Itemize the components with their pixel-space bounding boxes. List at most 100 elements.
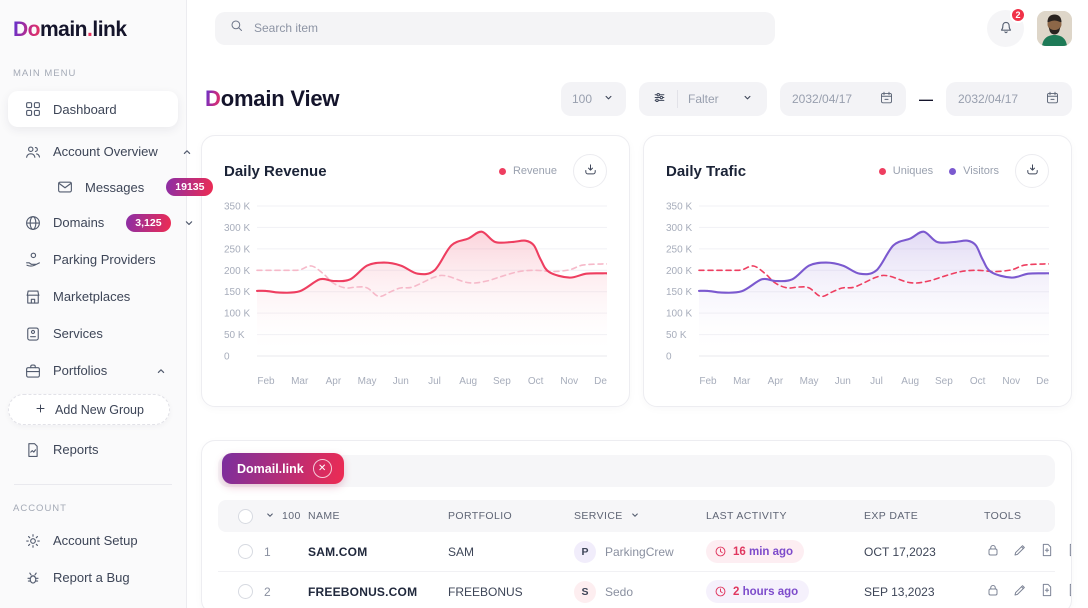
remove-tag-icon[interactable]: ✕	[313, 459, 332, 478]
date-to-picker[interactable]: 2032/04/17	[946, 82, 1072, 116]
row-checkbox[interactable]	[238, 544, 253, 559]
domain-name[interactable]: SAM.COM	[308, 545, 448, 559]
svg-text:150 K: 150 K	[666, 287, 692, 298]
sidebar-item-label: Domains	[53, 215, 104, 230]
clock-icon	[714, 585, 727, 598]
add-new-group-label: Add New Group	[55, 403, 144, 417]
last-activity-pill: 2 hours ago	[706, 580, 809, 603]
filter-dropdown[interactable]: Falter	[639, 82, 767, 116]
file-export-button[interactable]	[1065, 583, 1072, 601]
svg-text:350 K: 350 K	[224, 202, 250, 213]
row-number: 1	[264, 545, 308, 559]
lock-icon	[985, 542, 1001, 561]
lock-icon	[985, 582, 1001, 601]
row-count-dropdown[interactable]: 100	[264, 509, 308, 524]
svg-text:May: May	[800, 376, 819, 387]
svg-text:Feb: Feb	[699, 376, 717, 387]
filter-tag[interactable]: Domail.link ✕	[222, 453, 344, 484]
download-icon	[583, 162, 598, 180]
filter-label: Falter	[688, 92, 731, 106]
legend-label: Revenue	[513, 165, 557, 177]
row-checkbox[interactable]	[238, 584, 253, 599]
date-range-dash: —	[919, 91, 933, 107]
file-export-button[interactable]	[1065, 543, 1072, 561]
store-icon	[24, 288, 42, 306]
svg-text:300 K: 300 K	[666, 223, 692, 234]
lock-button[interactable]	[984, 543, 1002, 561]
svg-text:Nov: Nov	[560, 376, 578, 387]
sidebar-item-label: Report a Bug	[53, 570, 130, 585]
sidebar-item-account-setup[interactable]: Account Setup	[8, 522, 178, 559]
sidebar-item-label: Portfolios	[53, 363, 107, 378]
download-button[interactable]	[573, 154, 607, 188]
chevron-up-icon[interactable]	[154, 364, 168, 378]
date-from-picker[interactable]: 2032/04/17	[780, 82, 906, 116]
svg-text:Mar: Mar	[291, 376, 309, 387]
sidebar-item-report-a-bug[interactable]: Report a Bug	[8, 559, 178, 596]
svg-text:Sep: Sep	[493, 376, 511, 387]
download-button[interactable]	[1015, 154, 1049, 188]
badge-icon	[24, 325, 42, 343]
svg-text:Aug: Aug	[901, 376, 919, 387]
search-input[interactable]	[254, 21, 761, 35]
search-box[interactable]	[215, 12, 775, 45]
lock-button[interactable]	[984, 583, 1002, 601]
tools-cell	[984, 543, 1072, 561]
notifications-button[interactable]: 2	[987, 10, 1024, 47]
sidebar-item-label: Marketplaces	[53, 289, 130, 304]
daily-trafic-card: Daily Trafic UniquesVisitors 350 K300 K2…	[643, 135, 1072, 407]
users-icon	[24, 143, 42, 161]
sidebar-item-dashboard[interactable]: Dashboard	[8, 91, 178, 127]
chart-legend: UniquesVisitors	[879, 165, 999, 177]
activity-value: 16	[733, 546, 746, 558]
chevron-up-icon[interactable]	[180, 145, 194, 159]
sidebar-item-services[interactable]: Services	[8, 315, 178, 352]
user-avatar[interactable]	[1037, 11, 1072, 46]
page-title-prefix: D	[205, 86, 221, 111]
column-header-service[interactable]: SERVICE	[574, 509, 706, 524]
mail-icon	[56, 178, 74, 196]
column-header-tools: TOOLS	[984, 510, 1055, 522]
page-size-value: 100	[572, 92, 592, 106]
sidebar-item-marketplaces[interactable]: Marketplaces	[8, 278, 178, 315]
column-header-exp-date: EXP DATE	[864, 510, 984, 522]
report-icon	[24, 441, 42, 459]
sidebar-item-messages[interactable]: Messages19135	[8, 170, 178, 204]
add-new-group-button[interactable]: Add New Group	[8, 394, 170, 425]
svg-text:250 K: 250 K	[224, 244, 250, 255]
chevron-down-icon[interactable]	[182, 216, 196, 230]
column-header-last-activity: LAST ACTIVITY	[706, 510, 864, 522]
chart-header: Daily Revenue Revenue	[224, 154, 607, 188]
search-icon	[229, 18, 244, 38]
bug-icon	[24, 569, 42, 587]
exp-date: SEP 13,2023	[864, 585, 984, 599]
page-size-dropdown[interactable]: 100	[561, 82, 626, 116]
sidebar-item-reports[interactable]: Reports	[8, 431, 178, 468]
sliders-icon	[652, 90, 667, 108]
sidebar-item-account-overview[interactable]: Account Overview	[8, 133, 178, 170]
domain-name[interactable]: FREEBONUS.COM	[308, 585, 448, 599]
file-plus-icon	[1039, 542, 1055, 561]
chart-svg: 350 K300 K250 K200 K150 K100 K50 K0FebMa…	[666, 196, 1049, 390]
sidebar-list: Account Setup Report a Bug	[0, 522, 186, 596]
file-plus-button[interactable]	[1038, 543, 1056, 561]
edit-button[interactable]	[1011, 583, 1029, 601]
svg-text:Feb: Feb	[257, 376, 275, 387]
svg-text:250 K: 250 K	[666, 244, 692, 255]
svg-text:Jul: Jul	[428, 376, 441, 387]
logo-suffix: link	[92, 18, 126, 41]
chart-title: Daily Revenue	[224, 163, 327, 180]
page-title: Domain View	[205, 86, 339, 112]
app-shell: Domain.link MAIN MENUDashboardAccount Ov…	[0, 0, 1088, 608]
portfolio-name: FREEBONUS	[448, 585, 574, 599]
svg-text:200 K: 200 K	[224, 266, 250, 277]
app-logo: Domain.link	[0, 14, 186, 42]
sidebar-item-domains[interactable]: Domains3,125	[8, 204, 178, 241]
select-all-checkbox[interactable]	[238, 509, 253, 524]
edit-button[interactable]	[1011, 543, 1029, 561]
svg-text:Dec: Dec	[1036, 376, 1049, 387]
sidebar-item-parking-providers[interactable]: Parking Providers	[8, 241, 178, 278]
sidebar-item-portfolios[interactable]: Portfolios	[8, 352, 178, 389]
file-plus-button[interactable]	[1038, 583, 1056, 601]
svg-text:200 K: 200 K	[666, 266, 692, 277]
